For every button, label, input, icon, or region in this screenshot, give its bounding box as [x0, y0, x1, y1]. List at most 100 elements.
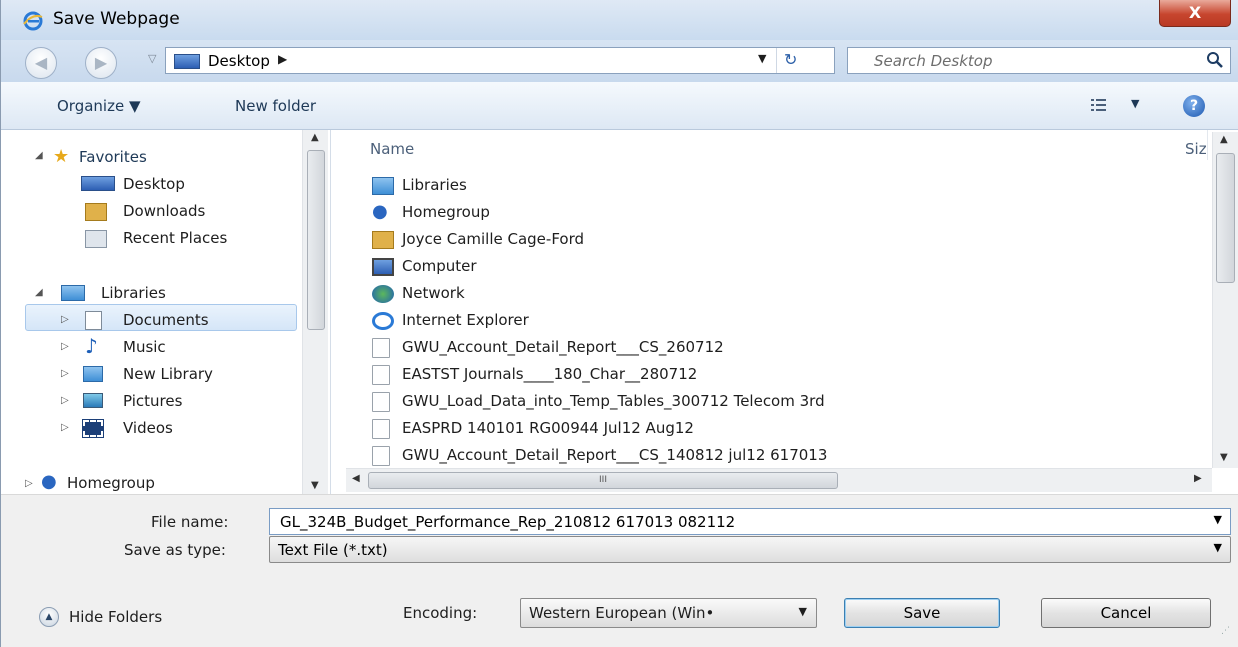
search-icon[interactable]	[1206, 51, 1224, 69]
user-folder-icon	[372, 231, 394, 249]
document-icon	[372, 338, 390, 358]
list-item-label: GWU_Load_Data_into_Temp_Tables_300712 Te…	[402, 392, 825, 410]
file-name-field[interactable]: GL_324B_Budget_Performance_Rep_210812 61…	[269, 508, 1231, 535]
list-item-label: EASPRD 140101 RG00944 Jul12 Aug12	[402, 419, 694, 437]
tree-item-videos-label: Videos	[123, 419, 173, 437]
help-icon[interactable]: ?	[1183, 95, 1205, 117]
file-name-value[interactable]: GL_324B_Budget_Performance_Rep_210812 61…	[280, 513, 735, 531]
internet-explorer-icon	[23, 11, 43, 31]
new-folder-button[interactable]: New folder	[235, 97, 316, 115]
tree-item-recent-places-label: Recent Places	[123, 229, 228, 247]
homegroup-icon: ●	[372, 201, 388, 222]
expand-videos-icon[interactable]: ▷	[61, 422, 69, 433]
scroll-right-icon[interactable]: ▶	[1194, 473, 1202, 484]
breadcrumb-desktop[interactable]: Desktop	[208, 52, 270, 70]
libraries-icon	[61, 285, 85, 301]
column-header-size[interactable]: Siz	[1185, 140, 1207, 158]
list-item-label: Libraries	[402, 176, 467, 194]
expand-documents-icon[interactable]: ▷	[61, 314, 69, 325]
save-as-type-value: Text File (*.txt)	[278, 541, 388, 559]
list-item-label: Network	[402, 284, 465, 302]
search-box[interactable]: Search Desktop	[847, 47, 1231, 74]
list-item-label: GWU_Account_Detail_Report___CS_260712	[402, 338, 724, 356]
back-button[interactable]: ◀	[25, 47, 57, 79]
tree-item-documents-label: Documents	[123, 311, 209, 329]
navigation-pane: ◢ ★ Favorites Desktop Downloads Recent P…	[1, 130, 331, 494]
save-as-type-label: Save as type:	[124, 541, 226, 559]
tree-favorites-label: Favorites	[79, 148, 147, 166]
file-name-dropdown-icon[interactable]: ▼	[1214, 513, 1222, 526]
file-list-horizontal-scrollbar[interactable]: ◀ III ▶	[346, 468, 1212, 492]
save-as-type-select[interactable]: Text File (*.txt) ▼	[269, 536, 1231, 563]
search-input[interactable]: Search Desktop	[874, 52, 993, 70]
documents-icon	[85, 311, 102, 330]
dialog-footer: ▲ Hide Folders Encoding: Western Europea…	[1, 566, 1238, 647]
organize-button[interactable]: Organize ▼	[57, 97, 141, 115]
view-dropdown-icon[interactable]: ▼	[1131, 97, 1139, 110]
encoding-value: Western European (Win•	[529, 604, 715, 622]
navigation-pane-scrollbar[interactable]: ▲ ▼	[302, 130, 328, 494]
address-bar[interactable]: Desktop ▶ ▼ ↻	[165, 47, 835, 74]
star-icon: ★	[53, 146, 70, 167]
scroll-down-icon[interactable]: ▼	[1220, 452, 1228, 463]
encoding-label: Encoding:	[403, 604, 478, 622]
column-divider[interactable]	[1207, 130, 1208, 160]
computer-icon	[372, 258, 394, 276]
new-library-icon	[83, 366, 103, 382]
command-bar: Organize ▼ New folder ▼ ?	[1, 82, 1238, 130]
encoding-dropdown-icon[interactable]: ▼	[799, 605, 807, 618]
view-options-icon[interactable]	[1090, 97, 1108, 113]
tree-homegroup-label: Homegroup	[67, 474, 155, 492]
file-name-label: File name:	[151, 513, 229, 531]
desktop-icon	[81, 176, 115, 191]
navigation-bar: ◀ ▶ ▽ Desktop ▶ ▼ ↻ Search Desktop	[1, 40, 1238, 82]
homegroup-icon: ●	[41, 471, 57, 492]
address-dropdown-icon[interactable]: ▼	[758, 52, 766, 65]
scroll-up-icon[interactable]: ▲	[1220, 134, 1228, 145]
expand-pictures-icon[interactable]: ▷	[61, 395, 69, 406]
downloads-icon	[85, 203, 107, 221]
pictures-icon	[83, 393, 103, 408]
list-item-label: EASTST Journals____180_Char__280712	[402, 365, 698, 383]
close-button[interactable]: X	[1159, 0, 1231, 27]
scroll-left-icon[interactable]: ◀	[352, 473, 360, 484]
resize-grip-icon[interactable]: ⋰	[1221, 626, 1235, 640]
address-divider	[776, 48, 777, 73]
refresh-icon[interactable]: ↻	[784, 50, 797, 69]
document-icon	[372, 419, 390, 439]
file-list-vertical-scrollbar[interactable]: ▲ ▼	[1212, 132, 1238, 468]
scroll-thumb[interactable]: III	[368, 472, 838, 489]
collapse-libraries-icon[interactable]: ◢	[35, 287, 43, 298]
tree-item-desktop-label: Desktop	[123, 175, 185, 193]
expand-music-icon[interactable]: ▷	[61, 341, 69, 352]
list-item-label: Internet Explorer	[402, 311, 529, 329]
title-bar: Save Webpage X	[1, 0, 1238, 40]
collapse-favorites-icon[interactable]: ◢	[35, 150, 43, 161]
tree-libraries-label: Libraries	[101, 284, 166, 302]
libraries-icon	[372, 177, 394, 195]
save-webpage-dialog: Save Webpage X ◀ ▶ ▽ Desktop ▶ ▼ ↻ Searc…	[0, 0, 1238, 647]
recent-pages-dropdown-icon[interactable]: ▽	[148, 52, 156, 65]
document-icon	[372, 365, 390, 385]
internet-explorer-icon	[372, 312, 394, 330]
tree-item-new-library-label: New Library	[123, 365, 213, 383]
scroll-thumb[interactable]	[307, 150, 325, 330]
window-title: Save Webpage	[53, 9, 180, 29]
desktop-icon	[174, 54, 200, 69]
cancel-button[interactable]: Cancel	[1041, 598, 1211, 628]
save-fields: File name: GL_324B_Budget_Performance_Re…	[1, 494, 1238, 566]
forward-button[interactable]: ▶	[85, 47, 117, 79]
save-as-type-dropdown-icon[interactable]: ▼	[1214, 541, 1222, 554]
breadcrumb-chevron-icon[interactable]: ▶	[278, 52, 287, 66]
scroll-up-icon[interactable]: ▲	[311, 132, 319, 143]
scroll-thumb[interactable]	[1216, 153, 1235, 283]
encoding-select[interactable]: Western European (Win• ▼	[520, 598, 817, 628]
column-header-name[interactable]: Name	[370, 140, 414, 158]
save-button[interactable]: Save	[844, 598, 1000, 628]
expand-new-library-icon[interactable]: ▷	[61, 368, 69, 379]
chevron-up-icon: ▲	[39, 607, 59, 627]
expand-homegroup-icon[interactable]: ▷	[25, 478, 33, 489]
scroll-down-icon[interactable]: ▼	[311, 480, 319, 491]
list-item-label: Computer	[402, 257, 477, 275]
list-item-label: GWU_Account_Detail_Report___CS_140812 ju…	[402, 446, 828, 464]
